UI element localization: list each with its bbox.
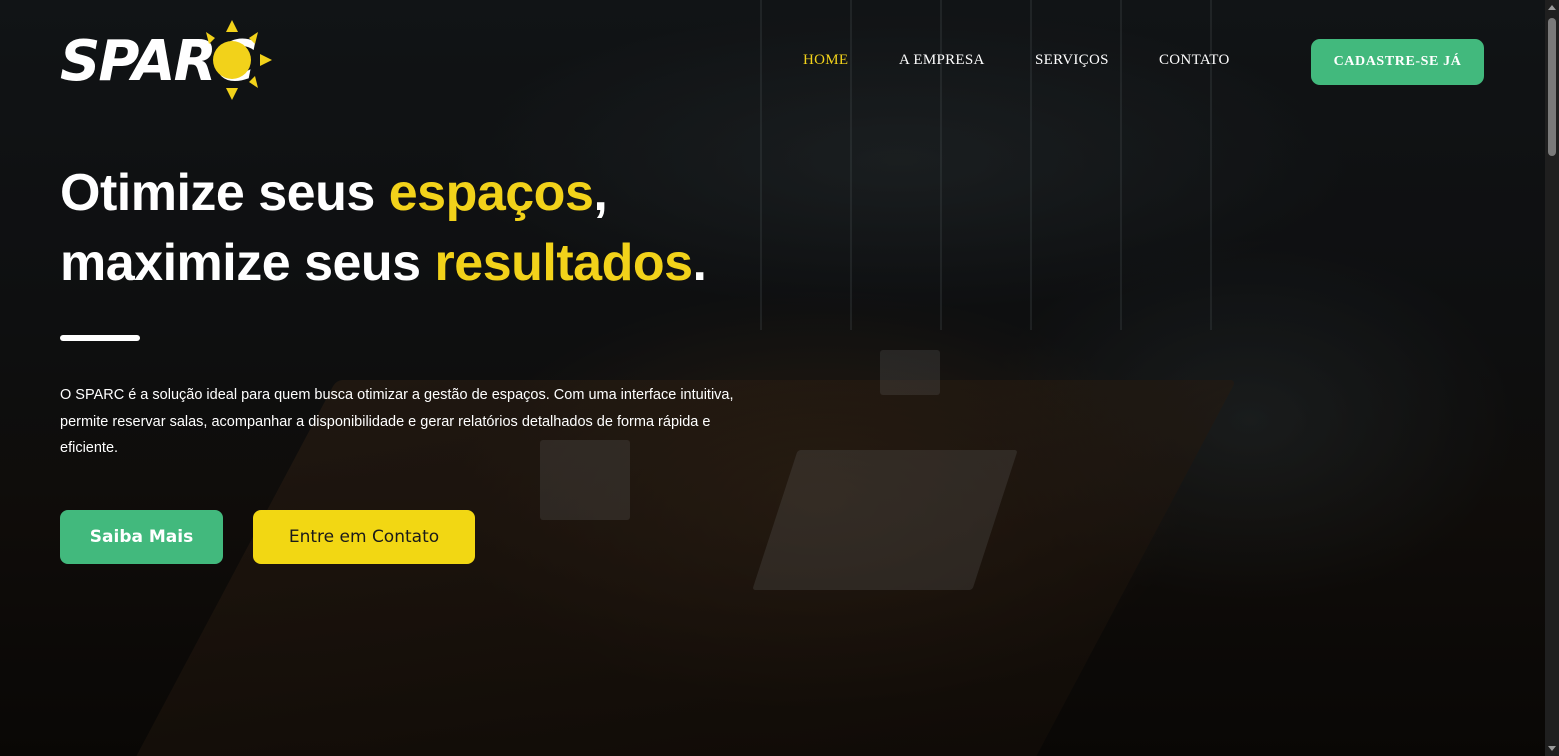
headline-highlight-resultados: resultados [434, 234, 693, 292]
headline-text: Otimize seus [60, 164, 389, 222]
headline-divider [60, 335, 140, 341]
entre-em-contato-button[interactable]: Entre em Contato [253, 510, 475, 564]
scroll-up-icon[interactable] [1548, 5, 1556, 10]
saiba-mais-button[interactable]: Saiba Mais [60, 510, 223, 564]
headline-text: maximize seus [60, 234, 435, 292]
nav-contato[interactable]: CONTATO [1159, 52, 1230, 69]
headline-highlight-espacos: espaços [388, 164, 594, 222]
hero-description: O SPARC é a solução ideal para quem busc… [60, 387, 734, 456]
nav-home[interactable]: HOME [803, 52, 848, 69]
page-scrollbar[interactable] [1545, 0, 1559, 756]
nav-servicos[interactable]: SERVIÇOS [1035, 52, 1109, 69]
hero-dark-overlay [0, 0, 1559, 756]
headline-text: , [593, 164, 608, 222]
landing-page: SPARC HOME A EMPRESA SERVIÇOS CONTATO CA… [0, 0, 1559, 756]
nav-a-empresa[interactable]: A EMPRESA [899, 52, 985, 69]
headline-text: . [692, 234, 707, 292]
scroll-down-icon[interactable] [1548, 746, 1556, 751]
signup-button[interactable]: CADASTRE-SE JÁ [1311, 39, 1484, 85]
hero-headline: Otimize seus espaços, maximize seus resu… [60, 158, 707, 298]
scrollbar-thumb[interactable] [1548, 18, 1556, 156]
